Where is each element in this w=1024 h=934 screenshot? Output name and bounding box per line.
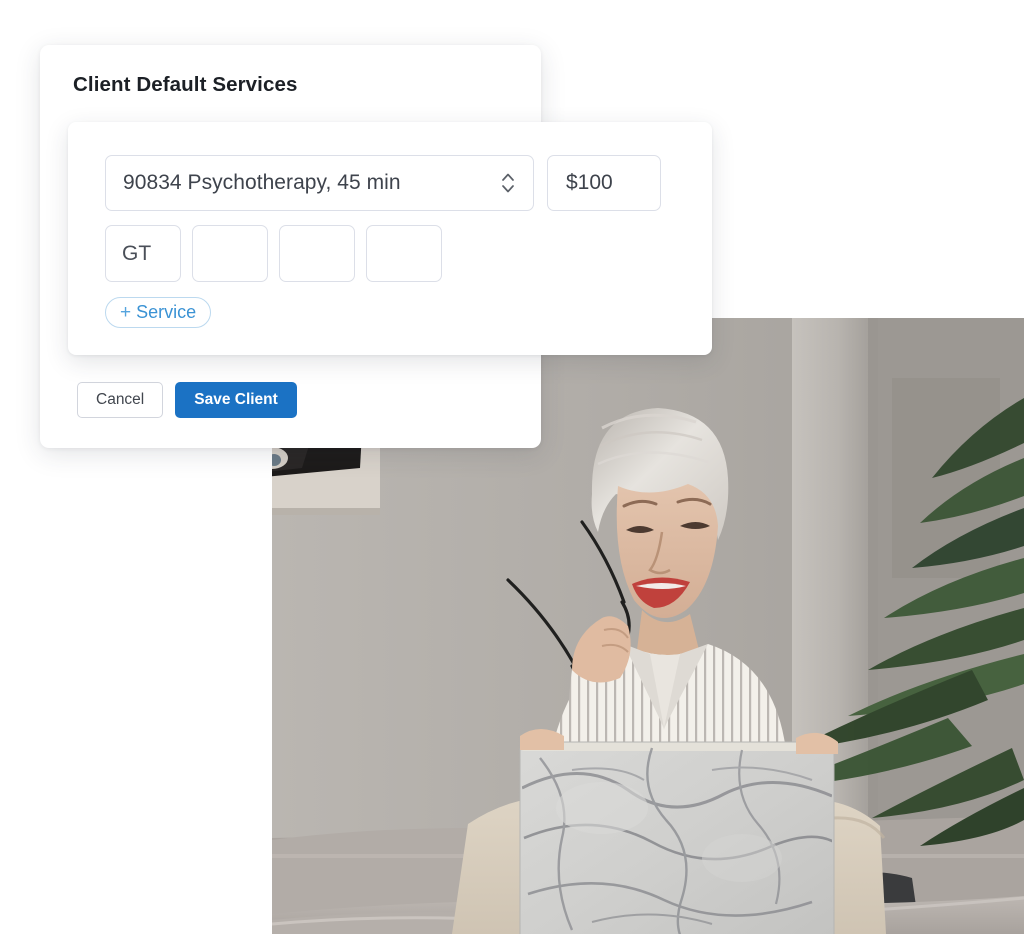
dialog-footer: Cancel Save Client: [77, 382, 297, 418]
modifier-input-3[interactable]: [279, 225, 355, 282]
page-title: Client Default Services: [73, 73, 298, 96]
chevron-up-down-icon: [499, 170, 517, 196]
add-service-button[interactable]: + Service: [105, 297, 212, 328]
laptop: [519, 741, 835, 934]
service-select[interactable]: 90834 Psychotherapy, 45 min: [105, 155, 534, 211]
service-price-value: $100: [566, 171, 613, 194]
modifier-input-4[interactable]: [366, 225, 442, 282]
modifier-input-1[interactable]: GT: [105, 225, 181, 282]
save-client-button[interactable]: Save Client: [175, 382, 297, 418]
services-card: 90834 Psychotherapy, 45 min $100 GT + Se…: [68, 122, 712, 355]
service-price-input[interactable]: $100: [547, 155, 661, 211]
service-select-value: 90834 Psychotherapy, 45 min: [123, 171, 401, 194]
add-service-label: Service: [136, 302, 197, 322]
modifier-input-2[interactable]: [192, 225, 268, 282]
plus-icon: +: [120, 302, 132, 323]
screen: Client Default Services Cancel Save Clie…: [0, 0, 1024, 934]
modifier-value-1: GT: [122, 241, 152, 265]
modifier-row: GT: [105, 225, 442, 282]
service-row: 90834 Psychotherapy, 45 min $100: [105, 155, 661, 211]
cancel-button[interactable]: Cancel: [77, 382, 164, 418]
